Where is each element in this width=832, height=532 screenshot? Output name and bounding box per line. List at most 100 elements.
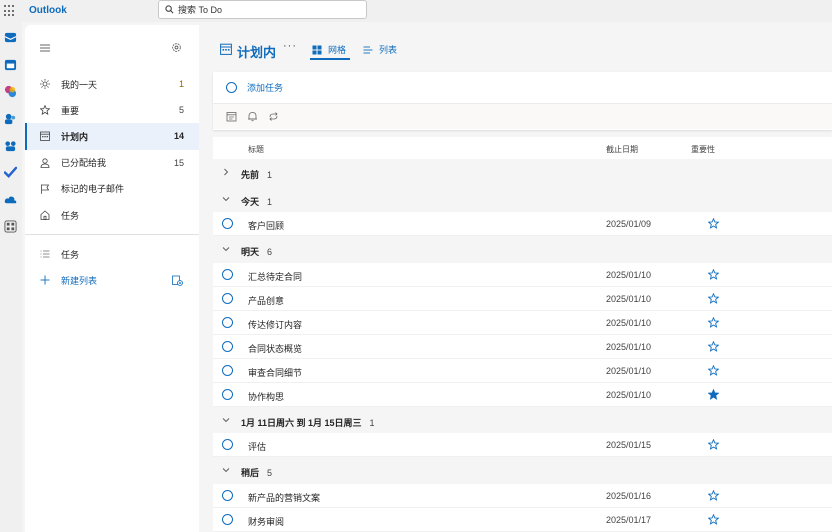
- task-row[interactable]: 新产品的营销文案 2025/01/16: [213, 483, 832, 508]
- sidebar-item-planned[interactable]: 计划内 14: [25, 123, 199, 150]
- list-view-icon: [363, 46, 373, 53]
- chevron-right-icon: [224, 168, 229, 176]
- task-row[interactable]: 传达修订内容 2025/01/10: [213, 310, 832, 335]
- app-title[interactable]: Outlook: [29, 5, 67, 16]
- star-icon[interactable]: [708, 364, 719, 376]
- group-label: 先前 1: [241, 168, 272, 181]
- task-row[interactable]: 审查合同细节 2025/01/10: [213, 358, 832, 383]
- task-due-date: 2025/01/10: [606, 389, 652, 400]
- sidebar-item-count: 14: [173, 131, 184, 142]
- sidebar-item-assigned[interactable]: 已分配给我 15: [25, 150, 199, 176]
- tab-list-label: 列表: [379, 45, 398, 55]
- task-due-date: 2025/01/17: [606, 514, 652, 525]
- star-icon[interactable]: [708, 489, 719, 501]
- sidebar-item-tasks[interactable]: 任务: [25, 202, 199, 228]
- complete-task-checkbox[interactable]: [222, 439, 233, 450]
- hamburger-icon[interactable]: [40, 44, 50, 52]
- column-title[interactable]: 标题: [248, 144, 264, 155]
- task-title: 传达修订内容: [248, 319, 303, 330]
- star-icon[interactable]: [708, 292, 719, 304]
- sidebar-list-tasks[interactable]: 任务: [25, 241, 199, 267]
- search-input[interactable]: [178, 4, 358, 15]
- onedrive-icon[interactable]: [4, 193, 17, 206]
- sidebar-item-important[interactable]: 重要 5: [25, 97, 199, 123]
- repeat-icon[interactable]: [268, 111, 279, 122]
- plus-icon: [40, 275, 50, 285]
- complete-task-checkbox[interactable]: [222, 364, 233, 376]
- app-rail: [0, 22, 22, 532]
- chevron-down-icon: [222, 417, 230, 422]
- tab-list[interactable]: 列表: [363, 43, 397, 56]
- complete-task-checkbox[interactable]: [222, 218, 233, 229]
- sidebar-item-count: 5: [178, 105, 184, 116]
- new-group-icon[interactable]: [172, 275, 183, 286]
- star-icon[interactable]: [708, 439, 719, 450]
- chevron-down-icon: [222, 247, 230, 252]
- todo-icon[interactable]: [4, 166, 17, 179]
- group-header[interactable]: 先前 1: [213, 159, 832, 186]
- calendar-grid-icon: [40, 132, 50, 142]
- task-row[interactable]: 评估 2025/01/15: [213, 433, 832, 457]
- complete-task-checkbox[interactable]: [222, 489, 233, 501]
- sidebar-item-label: 标记的电子邮件: [61, 184, 125, 195]
- sidebar-item-count: 15: [173, 157, 184, 168]
- calendar-icon[interactable]: [4, 58, 17, 71]
- group-title: 1月 11日周六 到 1月 15日周三: [241, 417, 362, 428]
- mail-icon[interactable]: [4, 31, 17, 44]
- complete-task-checkbox[interactable]: [222, 340, 233, 352]
- task-row[interactable]: 财务审阅 2025/01/17: [213, 507, 832, 532]
- groups-icon[interactable]: [4, 139, 17, 152]
- app-launcher-icon[interactable]: [4, 5, 16, 17]
- group-label: 稍后 5: [241, 466, 272, 479]
- task-row[interactable]: 合同状态概览 2025/01/10: [213, 334, 832, 359]
- due-date-icon[interactable]: [226, 111, 237, 122]
- reminder-bell-icon[interactable]: [247, 111, 258, 122]
- copilot-icon[interactable]: [4, 85, 17, 98]
- add-task-input[interactable]: [247, 82, 547, 93]
- task-row[interactable]: 协作构思 2025/01/10: [213, 382, 832, 407]
- group-header[interactable]: 1月 11日周六 到 1月 15日周三 1: [213, 406, 832, 433]
- task-title: 产品创意: [248, 295, 285, 306]
- complete-task-checkbox[interactable]: [222, 388, 233, 400]
- task-due-date: 2025/01/10: [606, 365, 652, 376]
- group-header[interactable]: 今天 1: [213, 185, 832, 212]
- more-options-button[interactable]: ···: [283, 40, 297, 52]
- gear-icon[interactable]: [171, 42, 182, 53]
- sidebar-item-flagged-email[interactable]: 标记的电子邮件: [25, 176, 199, 202]
- tab-grid-label: 网格: [328, 45, 347, 55]
- group-header[interactable]: 明天 6: [213, 236, 832, 263]
- star-icon[interactable]: [708, 316, 719, 328]
- complete-task-checkbox[interactable]: [222, 292, 233, 304]
- tab-grid[interactable]: 网格: [309, 43, 351, 60]
- star-icon[interactable]: [708, 513, 719, 525]
- task-title: 财务审阅: [248, 516, 285, 527]
- group-header[interactable]: 稍后 5: [213, 457, 832, 484]
- sidebar: 我的一天 1 重要 5 计划内 14 已分配给我 15 标记的电子邮件 任务 任…: [25, 25, 199, 532]
- complete-task-checkbox[interactable]: [222, 513, 233, 525]
- add-task-toolbar: [213, 104, 832, 129]
- column-due-date[interactable]: 截止日期: [606, 144, 638, 155]
- search-box[interactable]: [158, 0, 367, 19]
- add-task-circle-icon: [226, 82, 237, 93]
- task-due-date: 2025/01/15: [606, 440, 652, 450]
- task-title: 客户回顾: [248, 221, 285, 231]
- task-row[interactable]: 产品创意 2025/01/10: [213, 286, 832, 311]
- column-importance[interactable]: 重要性: [691, 144, 715, 155]
- task-row[interactable]: 汇总待定合同 2025/01/10: [213, 262, 832, 287]
- column-header-row: 标题 截止日期 重要性: [213, 137, 832, 159]
- star-icon[interactable]: [708, 340, 719, 352]
- complete-task-checkbox[interactable]: [222, 316, 233, 328]
- home-icon: [40, 210, 50, 220]
- star-filled-icon[interactable]: [708, 388, 719, 400]
- group-title: 稍后: [241, 468, 260, 478]
- group-label: 明天 6: [241, 245, 272, 258]
- people-icon[interactable]: [4, 112, 17, 125]
- star-icon[interactable]: [708, 218, 719, 229]
- new-list-button[interactable]: 新建列表: [25, 267, 199, 293]
- complete-task-checkbox[interactable]: [222, 268, 233, 280]
- task-due-date: 2025/01/16: [606, 490, 652, 501]
- sidebar-item-my-day[interactable]: 我的一天 1: [25, 71, 199, 97]
- star-icon[interactable]: [708, 268, 719, 280]
- task-row[interactable]: 客户回顾 2025/01/09: [213, 212, 832, 236]
- apps-icon[interactable]: [4, 220, 17, 233]
